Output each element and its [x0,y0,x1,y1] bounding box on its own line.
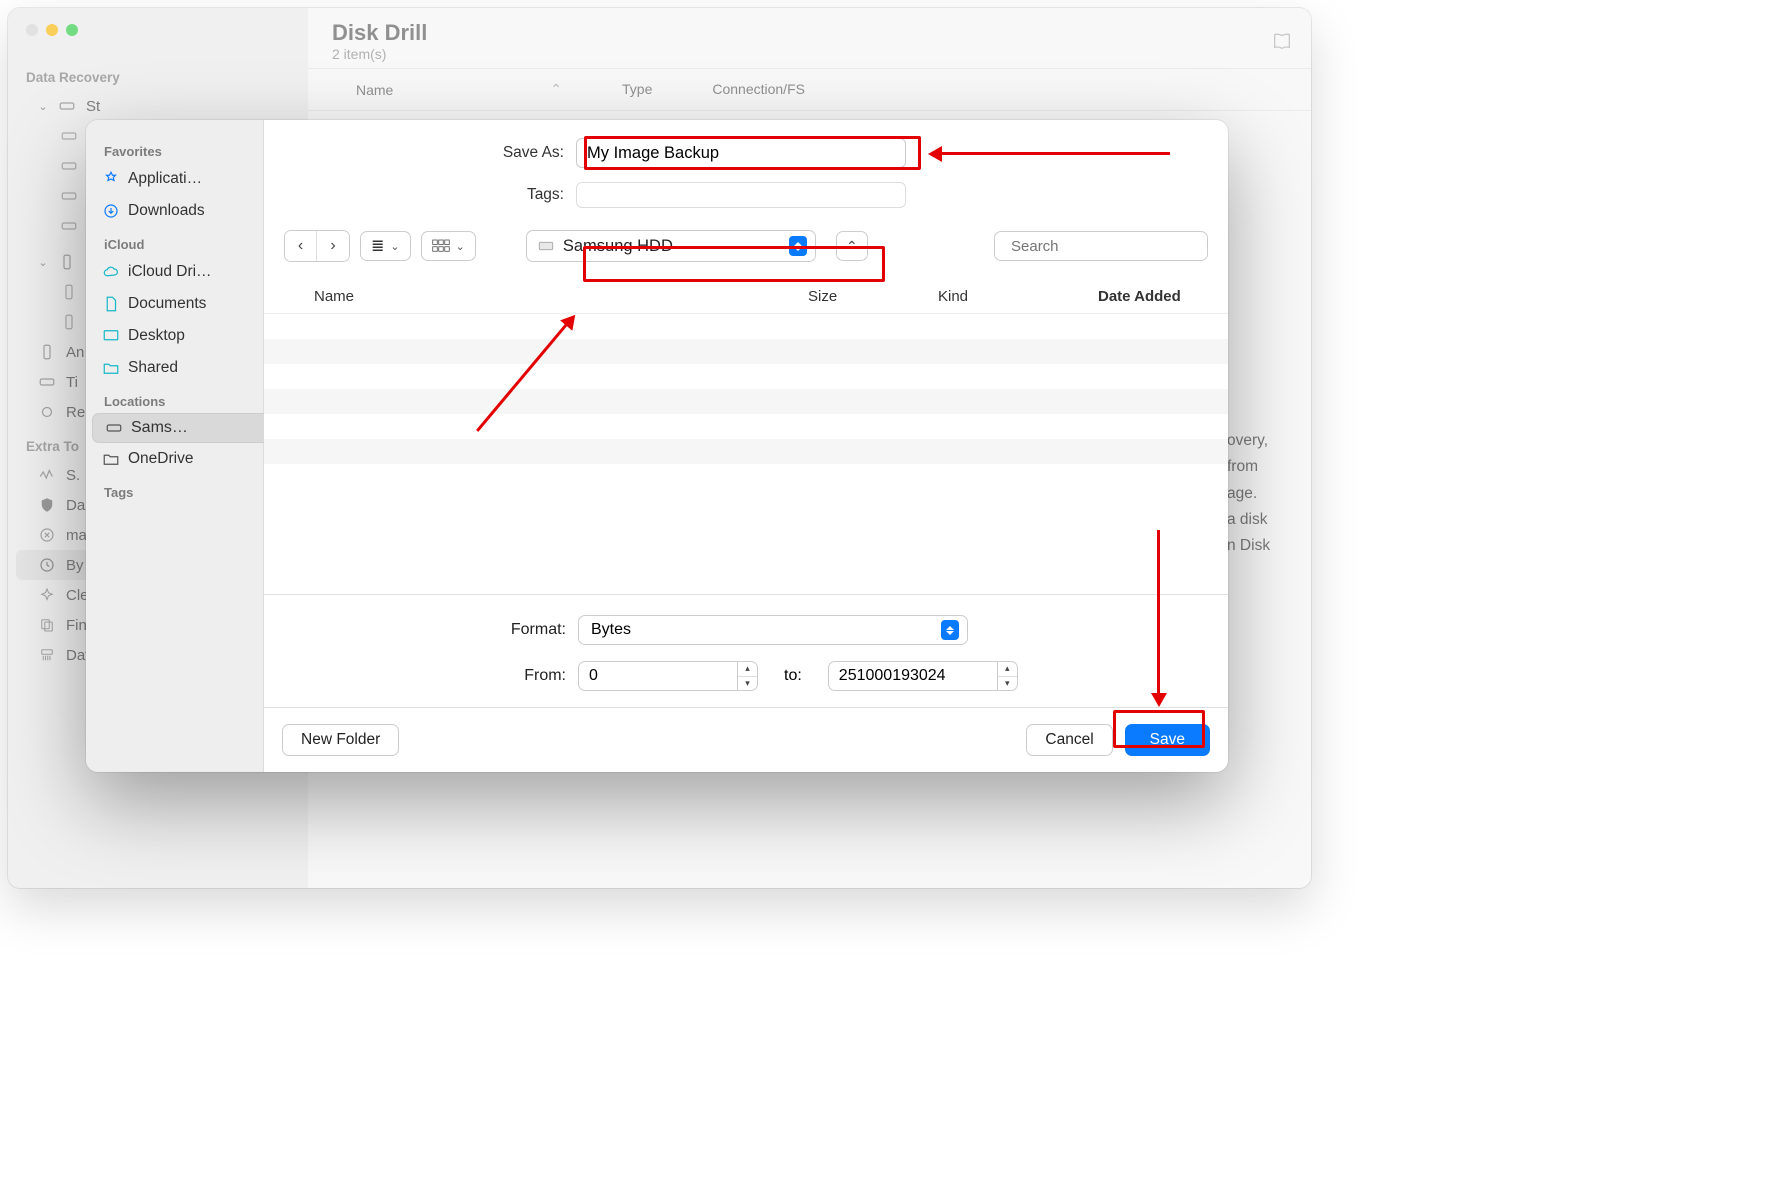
save-as-label: Save As: [284,144,564,162]
shredder-icon [38,646,56,664]
nav-buttons: ‹ › [284,230,350,262]
list-view-button[interactable]: ≣⌄ [360,231,411,261]
save-as-input[interactable] [576,138,906,168]
collapse-button[interactable]: ⌃ [836,231,868,261]
forward-button[interactable]: › [317,231,349,261]
from-input[interactable] [578,661,738,691]
phone-icon [60,283,78,301]
col-date-added[interactable]: Date Added [1098,288,1208,305]
zoom-dot[interactable] [66,24,78,36]
drive-icon [105,419,123,437]
phone-icon [60,313,78,331]
to-label: to: [770,667,816,685]
sb-item-onedrive[interactable]: OneDrive [92,443,257,475]
sb-item-shared[interactable]: Shared [92,352,257,384]
file-list-area[interactable] [264,314,1228,594]
phone-icon [58,253,76,271]
save-button[interactable]: Save [1125,724,1210,756]
wave-icon [38,466,56,484]
document-icon [102,295,120,313]
from-label: From: [284,667,566,685]
save-dialog: Favorites Applicati… Downloads iCloud iC… [86,120,1228,772]
drive-icon [38,373,56,391]
close-dot[interactable] [26,24,38,36]
sb-section-favorites: Favorites [92,134,257,163]
folder-icon [102,450,120,468]
col-kind[interactable]: Kind [938,288,1098,305]
search-input[interactable] [1011,238,1210,255]
tags-label: Tags: [284,186,564,204]
tags-input[interactable] [576,182,906,208]
updown-icon [941,620,959,640]
book-icon[interactable] [1271,30,1293,57]
chevron-down-icon: ⌄ [390,240,399,253]
sb-section-locations: Locations [92,384,257,413]
bg-sb-item-storage[interactable]: ⌄ St [8,91,308,121]
sb-item-documents[interactable]: Documents [92,288,257,320]
format-select[interactable]: Bytes [578,615,968,645]
sb-item-icloud-drive[interactable]: iCloud Dri… [92,256,257,288]
history-icon [38,556,56,574]
bg-peek-text: overy, from age. a disk n Disk [1227,428,1297,560]
sb-item-applications[interactable]: Applicati… [92,163,257,195]
back-button[interactable]: ‹ [285,231,317,261]
bg-title: Disk Drill [332,20,1287,46]
shield-icon [38,496,56,514]
drive-icon [537,237,555,255]
drive-icon [60,187,78,205]
drive-icon [60,157,78,175]
gear-icon [38,403,56,421]
chevron-down-icon: ⌄ [38,100,48,113]
sb-section-tags: Tags [92,475,257,504]
applications-icon [102,170,120,188]
step-up-icon[interactable]: ▴ [738,662,757,677]
grid-icon [432,239,450,253]
location-dropdown[interactable]: Samsung HDD [526,230,816,262]
sort-icon[interactable]: ⌃ [550,81,562,98]
sb-section-icloud: iCloud [92,227,257,256]
desktop-icon [102,327,120,345]
search-box[interactable] [994,231,1208,261]
step-down-icon[interactable]: ▾ [998,677,1017,691]
x-circle-icon [38,526,56,544]
downloads-icon [102,202,120,220]
drive-icon [60,217,78,235]
col-name[interactable]: Name [314,288,808,305]
minimize-dot[interactable] [46,24,58,36]
dialog-sidebar: Favorites Applicati… Downloads iCloud iC… [86,120,264,772]
sparkle-icon [38,586,56,604]
file-list-header: Name Size Kind Date Added [264,280,1228,314]
sb-item-desktop[interactable]: Desktop [92,320,257,352]
drive-icon [60,127,78,145]
step-up-icon[interactable]: ▴ [998,662,1017,677]
cloud-icon [102,263,120,281]
grid-view-button[interactable]: ⌄ [421,231,476,261]
bg-item-count: 2 item(s) [332,46,1287,62]
sb-item-downloads[interactable]: Downloads [92,195,257,227]
to-input[interactable] [828,661,998,691]
chevron-down-icon: ⌄ [38,256,48,269]
shared-folder-icon [102,359,120,377]
window-traffic-lights[interactable] [8,24,78,36]
step-down-icon[interactable]: ▾ [738,677,757,691]
cancel-button[interactable]: Cancel [1026,724,1112,756]
drive-icon [58,97,76,115]
location-name: Samsung HDD [563,237,781,256]
list-icon: ≣ [371,236,384,256]
to-stepper[interactable]: ▴▾ [998,661,1018,691]
format-value: Bytes [591,621,631,639]
phone-icon [38,343,56,361]
format-label: Format: [284,621,566,639]
chevron-down-icon: ⌄ [456,240,465,253]
new-folder-button[interactable]: New Folder [282,724,399,756]
updown-icon [789,236,807,256]
from-stepper[interactable]: ▴▾ [738,661,758,691]
files-icon [38,616,56,634]
col-size[interactable]: Size [808,288,938,305]
bg-sb-section-data-recovery: Data Recovery [8,58,308,91]
bg-column-headers: Name⌃ Type Connection/FS [308,68,1311,111]
